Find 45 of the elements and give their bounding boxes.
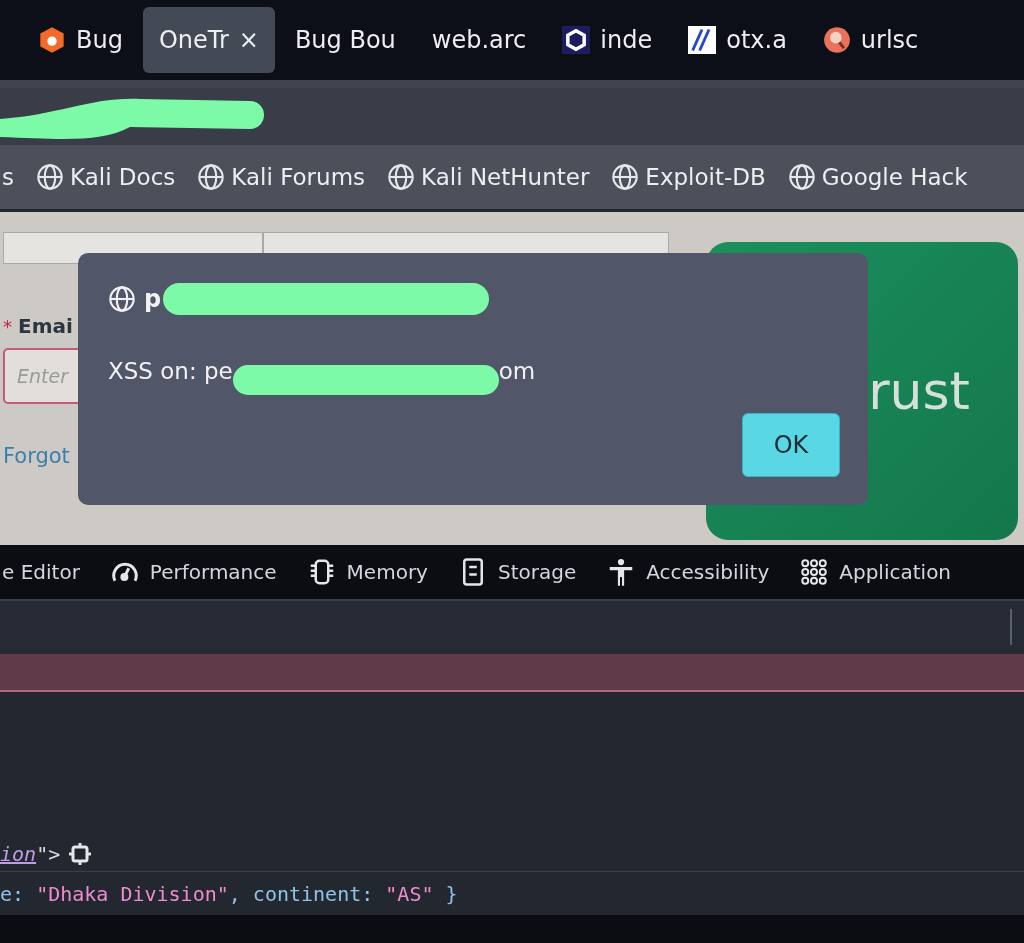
globe-icon: [36, 162, 64, 191]
console-text: "AS": [385, 881, 434, 906]
browser-tab[interactable]: urlsc: [806, 7, 935, 73]
hexagon-icon: [38, 26, 66, 54]
bookmark[interactable]: Kali Docs: [36, 162, 176, 191]
browser-tab[interactable]: inde: [546, 7, 669, 73]
magnifier-icon: [822, 26, 851, 54]
console-text: }: [444, 881, 458, 906]
bookmark[interactable]: Exploit-DB: [611, 162, 766, 191]
globe-icon: [787, 162, 816, 191]
node-icon[interactable]: [68, 842, 93, 867]
dialog-message: XSS on: pe: [108, 357, 233, 384]
browser-tab[interactable]: Bug: [22, 7, 139, 73]
ok-button[interactable]: OK: [742, 412, 840, 477]
browser-tab[interactable]: otx.a: [672, 7, 803, 73]
bookmark[interactable]: s: [2, 163, 14, 190]
browser-tab[interactable]: web.arc: [415, 7, 543, 73]
console-text[interactable]: ion: [0, 842, 37, 867]
globe-icon: [197, 162, 226, 191]
slashes-icon: [688, 26, 717, 54]
console-text: ">: [36, 842, 61, 867]
dialog-title: p: [144, 284, 162, 313]
dialog-message: om: [498, 357, 536, 384]
globe-icon: [108, 284, 136, 313]
devtools-tab[interactable]: Memory: [306, 556, 428, 587]
browser-tab[interactable]: OneTr ×: [142, 7, 275, 73]
bookmark[interactable]: Google Hack: [787, 162, 968, 191]
field-label: Emai: [18, 313, 73, 338]
brand-text: rust: [868, 360, 970, 421]
grid-icon: [799, 556, 830, 587]
bookmark[interactable]: Kali Forums: [197, 162, 366, 191]
required-mark: *: [3, 315, 12, 337]
console-text: , continent:: [228, 881, 375, 906]
devtools-tab[interactable]: Application: [799, 556, 952, 587]
devtools-tab[interactable]: Accessibility: [606, 556, 770, 587]
console-text: "Dhaka Division": [36, 881, 229, 906]
bookmark[interactable]: Kali NetHunter: [387, 162, 590, 191]
devtools-tab[interactable]: Performance: [109, 556, 277, 587]
console-text: e:: [0, 881, 26, 906]
devtools-tab[interactable]: Storage: [457, 556, 577, 587]
browser-tab[interactable]: Bug Bou: [278, 7, 412, 73]
globe-icon: [387, 162, 416, 191]
globe-icon: [611, 162, 640, 191]
address-bar[interactable]: [0, 80, 1024, 145]
devtools-tab[interactable]: e Editor: [2, 559, 80, 584]
